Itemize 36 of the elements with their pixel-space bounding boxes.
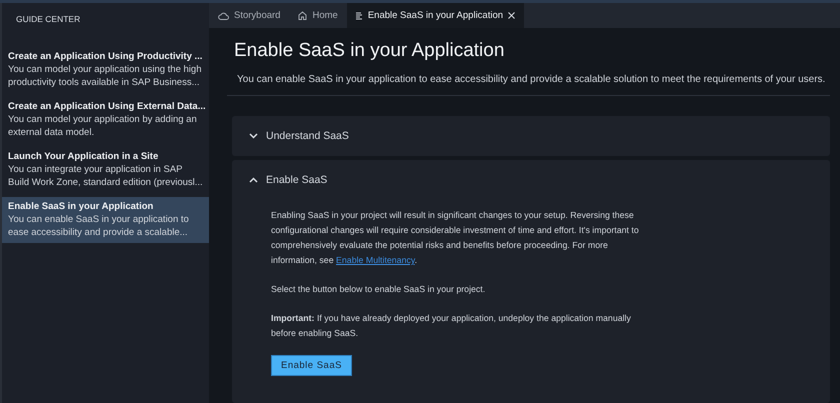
guide-item[interactable]: Create an Application Using Productivity ... You can model your application using the high productivity tools available in SAP Business... <box>2 47 209 93</box>
paragraph: Select the button below to enable SaaS in your project. <box>271 283 486 296</box>
paragraph: Important: If you have already deployed your application, undeploy the application manually before enabling SaaS. <box>271 312 632 340</box>
guide-title: Create an Application Using Productivity ... <box>8 50 203 63</box>
tab-label: Enable SaaS in your Application <box>368 10 504 21</box>
paragraph: Enabling SaaS in your project will result in significant changes to your setup. Reversing these configurational changes will require considerable investment of time and effort. It's important to comprehensively evaluate the potential risks and benefits before proceeding. For more information, see Enable Multitenancy. <box>271 209 640 267</box>
link[interactable]: Enable Multitenancy <box>336 255 415 265</box>
accordion-title: Enable SaaS <box>266 174 328 186</box>
accordion-title: Understand SaaS <box>266 130 349 142</box>
chevron-up-icon <box>249 177 258 183</box>
panel-title: GUIDE CENTER <box>15 13 82 26</box>
guide-title: Enable SaaS in your Application <box>8 200 154 213</box>
guide-description: You can integrate your application in SAP Build Work Zone, standard edition (previousl... <box>8 163 203 189</box>
guide-item[interactable]: Create an Application Using External Data... You can model your application by adding an external data model. <box>2 97 209 143</box>
tab[interactable]: Home <box>289 3 347 28</box>
tab[interactable]: Storyboard <box>209 3 290 28</box>
cloud-icon <box>218 12 229 20</box>
document-lines-icon <box>356 12 363 20</box>
guide-item[interactable]: Enable SaaS in your Application You can enable SaaS in your application to ease accessibility and provide a scalable... <box>2 197 209 243</box>
guide-description: You can model your application using the high productivity tools available in SAP Business... <box>8 63 202 89</box>
guide-item[interactable]: Launch Your Application in a Site You can integrate your application in SAP Build Work Zone, standard edition (previousl... <box>2 147 209 193</box>
page-title: Enable SaaS in your Application <box>234 40 506 62</box>
guide-description: You can enable SaaS in your application to ease accessibility and provide a scalable... <box>8 213 190 239</box>
chevron-down-icon <box>249 133 258 139</box>
enable-saas-button[interactable]: Enable SaaS <box>271 355 352 376</box>
close-icon[interactable] <box>508 12 516 19</box>
tab-label: Home <box>312 10 338 21</box>
home-icon <box>298 11 308 20</box>
tab-label: Storyboard <box>234 10 280 21</box>
accordion-header[interactable]: Understand SaaS <box>232 116 830 156</box>
accordion-header[interactable]: Enable SaaS <box>232 160 830 200</box>
guide-title: Launch Your Application in a Site <box>8 150 160 163</box>
guide-title: Create an Application Using External Data... <box>8 100 203 113</box>
page-subtitle: You can enable SaaS in your application to ease accessibility and provide a scalable solution to meet the requirements of your users. <box>237 74 826 85</box>
tab[interactable]: Enable SaaS in your Application <box>346 3 524 28</box>
guide-description: You can model your application by adding an external data model. <box>8 113 198 139</box>
